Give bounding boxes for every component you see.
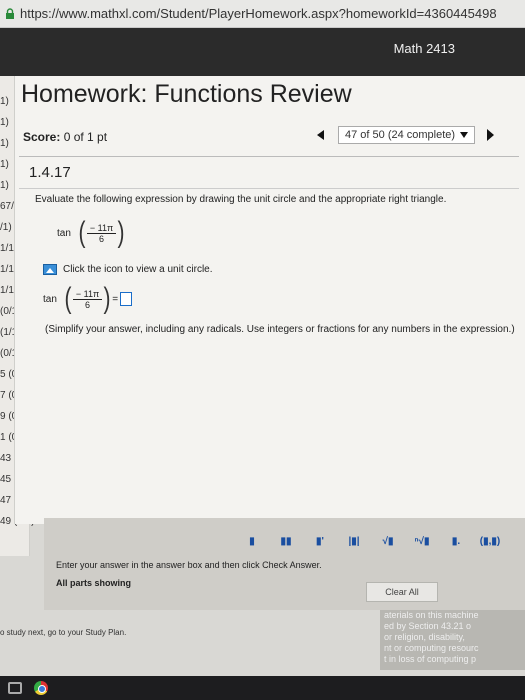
math-toolbar-button[interactable]: |▮| [342, 532, 366, 550]
homework-main-panel: Homework: Functions Review Score: 0 of 1… [14, 76, 525, 524]
math-toolbar-button[interactable]: (▮,▮) [478, 532, 502, 550]
clear-all-button[interactable]: Clear All [366, 582, 438, 602]
url-text: https://www.mathxl.com/Student/PlayerHom… [20, 6, 497, 21]
question-list-item[interactable]: /1) [0, 222, 12, 233]
math-toolbar: ▮ ▮▮ ▮' |▮| √▮ ⁿ√▮ ▮. (▮,▮) [240, 532, 502, 550]
image-icon[interactable] [43, 264, 57, 275]
page-title: Homework: Functions Review [21, 80, 352, 108]
function-name: tan [57, 227, 71, 239]
math-toolbar-button[interactable]: ▮. [444, 532, 468, 550]
next-question-icon[interactable] [487, 129, 495, 141]
score-value: 0 of 1 pt [63, 130, 108, 144]
answer-instructions: (Simplify your answer, including any rad… [45, 324, 515, 335]
math-toolbar-button[interactable]: ▮' [308, 532, 332, 550]
fraction-denominator: 6 [85, 299, 91, 310]
all-parts-showing: All parts showing [56, 578, 132, 588]
notice-line: t in loss of computing p [384, 654, 477, 664]
question-list-item[interactable]: 1) [0, 117, 9, 128]
fraction-numerator: − 11π [86, 223, 117, 234]
previous-question-icon[interactable] [317, 130, 324, 140]
answer-input[interactable] [120, 292, 133, 306]
function-name: tan [43, 293, 57, 305]
question-list-item[interactable]: 1) [0, 159, 9, 170]
divider [19, 188, 519, 189]
divider [19, 156, 519, 157]
fraction: − 11π 6 [72, 289, 103, 310]
chrome-icon[interactable] [34, 681, 48, 695]
notice-line: or religion, disability, [384, 632, 465, 642]
question-list-item[interactable]: 1) [0, 96, 9, 107]
question-number: 1.4.17 [29, 164, 71, 181]
math-toolbar-button[interactable]: √▮ [376, 532, 400, 550]
machine-use-notice: aterials on this machine ed by Section 43… [380, 610, 525, 670]
study-plan-text: o study next, go to your Study Plan. [0, 628, 127, 637]
answer-panel: ▮ ▮▮ ▮' |▮| √▮ ⁿ√▮ ▮. (▮,▮) Enter your answer i… [44, 518, 525, 610]
score: Score: 0 of 1 pt [23, 130, 107, 144]
question-navigator: 47 of 50 (24 complete) [317, 124, 522, 146]
lock-icon [4, 7, 16, 20]
question-list-item[interactable]: 1) [0, 180, 9, 191]
enter-answer-message: Enter your answer in the answer box and … [56, 560, 322, 570]
right-paren: ) [117, 216, 125, 249]
math-toolbar-button[interactable]: ⁿ√▮ [410, 532, 434, 550]
window-icon[interactable] [8, 682, 22, 694]
chevron-down-icon [460, 132, 469, 138]
left-paren: ( [78, 216, 86, 249]
given-expression: tan ( − 11π 6 ) [57, 218, 126, 248]
question-counter-text: 47 of 50 (24 complete) [345, 129, 456, 141]
taskbar [0, 676, 525, 700]
notice-line: ed by Section 43.21 o [384, 621, 472, 631]
fraction-denominator: 6 [99, 233, 105, 244]
question-prompt: Evaluate the following expression by dra… [35, 194, 447, 205]
right-paren: ) [103, 282, 111, 315]
notice-line: aterials on this machine [384, 610, 479, 620]
unit-circle-link[interactable]: Click the icon to view a unit circle. [43, 264, 213, 275]
top-navigation-bar: Math 2413 [0, 28, 525, 76]
left-paren: ( [64, 282, 72, 315]
question-counter-dropdown[interactable]: 47 of 50 (24 complete) [338, 126, 476, 144]
notice-line: nt or computing resourc [384, 643, 479, 653]
fraction: − 11π 6 [86, 223, 117, 244]
math-toolbar-button[interactable]: ▮ [240, 532, 264, 550]
score-label: Score: [23, 130, 61, 144]
question-list-item[interactable]: 1) [0, 138, 9, 149]
browser-address-bar[interactable]: https://www.mathxl.com/Student/PlayerHom… [0, 0, 525, 28]
equals-sign: = [112, 293, 119, 305]
unit-circle-link-text: Click the icon to view a unit circle. [63, 264, 213, 275]
course-name[interactable]: Math 2413 [394, 41, 455, 56]
fraction-numerator: − 11π [72, 289, 103, 300]
math-toolbar-button[interactable]: ▮▮ [274, 532, 298, 550]
answer-expression: tan ( − 11π 6 ) = [43, 282, 133, 315]
